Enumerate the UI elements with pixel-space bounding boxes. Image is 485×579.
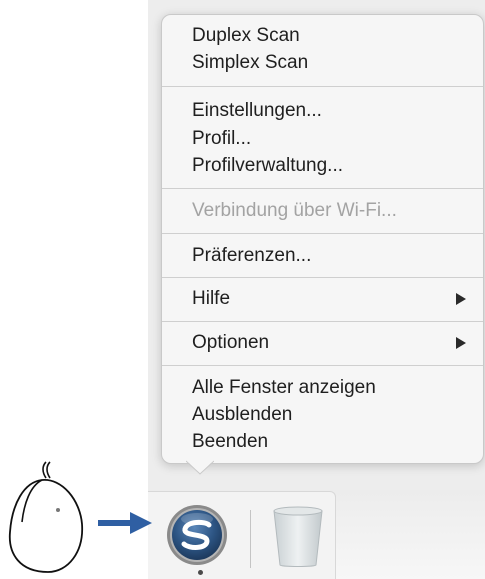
dock-context-menu: Duplex Scan Simplex Scan Einstellungen..…: [161, 14, 484, 464]
menu-item-beenden[interactable]: Beenden: [192, 429, 268, 455]
submenu-arrow-icon: [456, 337, 466, 349]
submenu-arrow-icon: [456, 293, 466, 305]
mouse-icon: [8, 461, 83, 573]
trash-icon[interactable]: [268, 503, 328, 569]
menu-separator: [162, 86, 483, 87]
menu-item-einstellungen[interactable]: Einstellungen...: [192, 98, 322, 124]
menu-separator: [162, 277, 483, 278]
menu-item-profil[interactable]: Profil...: [192, 126, 251, 152]
menu-item-alle-fenster-anzeigen[interactable]: Alle Fenster anzeigen: [192, 375, 376, 401]
menu-item-simplex-scan[interactable]: Simplex Scan: [192, 50, 308, 76]
arrow-right-icon: [98, 512, 152, 534]
menu-pointer-tail: [186, 460, 214, 475]
dock-divider: [250, 510, 251, 568]
menu-item-praeferenzen[interactable]: Präferenzen...: [192, 243, 311, 269]
menu-separator: [162, 321, 483, 322]
menu-item-ausblenden[interactable]: Ausblenden: [192, 402, 292, 428]
menu-item-wifi-connection: Verbindung über Wi-Fi...: [192, 200, 397, 221]
menu-item-optionen[interactable]: Optionen: [192, 330, 269, 356]
menu-item-profilverwaltung[interactable]: Profilverwaltung...: [192, 153, 343, 179]
scansnap-app-icon[interactable]: [165, 503, 229, 567]
menu-item-duplex-scan[interactable]: Duplex Scan: [192, 23, 300, 49]
menu-separator: [162, 365, 483, 366]
menu-item-hilfe[interactable]: Hilfe: [192, 286, 230, 312]
running-indicator: [198, 570, 203, 575]
menu-separator: [162, 188, 483, 189]
menu-separator: [162, 233, 483, 234]
